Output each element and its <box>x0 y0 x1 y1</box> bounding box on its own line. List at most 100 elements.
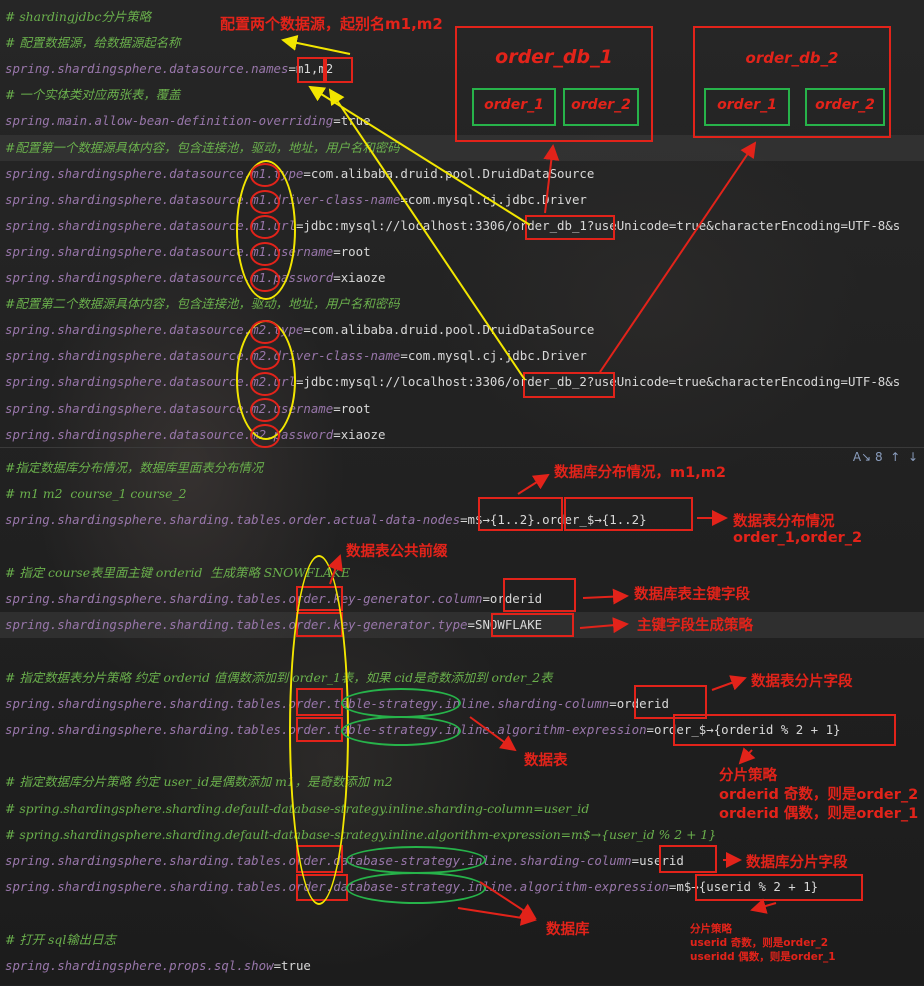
ellipse-m1-url <box>250 215 280 239</box>
inspection-icon[interactable]: A↘ <box>853 450 871 464</box>
equals-sign: = <box>467 617 475 633</box>
code-line-bottom-9[interactable]: # 指定数据表分片策略 约定 orderid 值偶数添加到 order_1表，如… <box>5 665 553 691</box>
comment-text: #指定数据库分布情况，数据库里面表分布情况 <box>5 460 264 475</box>
code-line-top-12[interactable]: #配置第二个数据源具体内容，包含连接池，驱动，地址，用户名和密码 <box>5 291 400 317</box>
comment-text: #配置第二个数据源具体内容，包含连接池，驱动，地址，用户名和密码 <box>5 296 400 312</box>
equals-sign: = <box>482 591 490 606</box>
property-key: spring.main.allow-bean-definition-overri… <box>5 113 334 129</box>
comment-text: # spring.shardingsphere.sharding.default… <box>5 826 717 842</box>
label-table-shard-field: 数据表分片字段 <box>751 674 853 690</box>
code-line-top-16[interactable]: spring.shardingsphere.datasource.m2.user… <box>5 396 371 422</box>
code-line-bottom-2[interactable]: # m1 m2 course_1 course_2 <box>5 481 187 507</box>
comment-text: #配置第一个数据源具体内容，包含连接池，驱动，地址，用户名和密码 <box>5 139 400 155</box>
label-pk-strategy: 主键字段生成策略 <box>637 618 753 634</box>
code-line-top-11[interactable]: spring.shardingsphere.datasource.m1.pass… <box>5 265 385 291</box>
property-key: spring.shardingsphere.datasource.m2.pass… <box>5 426 334 442</box>
ellipse-table-strategy-2 <box>341 716 461 746</box>
comment-text: # 打开 sql输出日志 <box>5 931 116 947</box>
code-line-bottom-1[interactable]: #指定数据库分布情况，数据库里面表分布情况 <box>5 455 263 481</box>
db1-title: order_db_1 <box>495 46 613 68</box>
highlight-nodes-table <box>564 497 693 531</box>
highlight-nodes-db <box>478 497 563 531</box>
arrow-up-icon[interactable]: ↑ <box>886 450 900 464</box>
property-value: root <box>340 400 371 416</box>
comment-text: # 指定数据表分片策略 约定 orderid 值偶数添加到 order_1表，如… <box>5 669 553 685</box>
code-line-top-15[interactable]: spring.shardingsphere.datasource.m2.url=… <box>5 369 900 395</box>
code-line-top-1[interactable]: # shardingjdbc分片策略 <box>5 4 151 30</box>
ellipse-table-strategy-1 <box>341 688 461 718</box>
label-db-distribution: 数据库分布情况，m1,m2 <box>554 465 726 481</box>
code-line-top-17[interactable]: spring.shardingsphere.datasource.m2.pass… <box>5 422 385 447</box>
code-line-top-8[interactable]: spring.shardingsphere.datasource.m1.driv… <box>5 187 587 213</box>
equals-sign: = <box>303 322 311 338</box>
code-line-top-14[interactable]: spring.shardingsphere.datasource.m2.driv… <box>5 343 587 369</box>
code-line-bottom-16[interactable]: spring.shardingsphere.sharding.tables.or… <box>5 848 684 874</box>
code-line-bottom-15[interactable]: # spring.shardingsphere.sharding.default… <box>5 822 716 848</box>
label-db: 数据库 <box>546 922 590 938</box>
property-value: com.alibaba.druid.pool.DruidDataSource <box>310 322 595 338</box>
ellipse-m2-url <box>250 372 280 396</box>
code-line-top-4[interactable]: # 一个实体类对应两张表，覆盖 <box>5 82 180 108</box>
label-shard-strategy-even: orderid 偶数，则是order_1 <box>719 806 919 822</box>
equals-sign: = <box>303 165 311 181</box>
code-line-bottom-6[interactable]: spring.shardingsphere.sharding.tables.or… <box>5 586 542 612</box>
code-line-bottom-19[interactable]: # 打开 sql输出日志 <box>5 927 116 953</box>
highlight-order-db-2 <box>523 372 615 398</box>
code-line-bottom-20[interactable]: spring.shardingsphere.props.sql.show=tru… <box>5 953 311 979</box>
highlight-pk-type <box>491 613 574 637</box>
comment-text: # 一个实体类对应两张表，覆盖 <box>5 87 181 103</box>
label-shard-strategy-odd: orderid 奇数，则是order_2 <box>719 787 919 803</box>
editor-inspection-toolbar[interactable]: A↘ 8 ↑ ↓ <box>853 450 918 464</box>
code-line-top-7[interactable]: spring.shardingsphere.datasource.m1.type… <box>5 161 594 187</box>
property-key: spring.shardingsphere.sharding.tables.or… <box>5 617 468 633</box>
label-pk-field: 数据库表主键字段 <box>634 587 750 603</box>
label-small-strategy-even: useridd 偶数，则是order_1 <box>690 951 836 963</box>
equals-sign: = <box>646 722 655 737</box>
highlight-order-db-1 <box>525 215 615 240</box>
code-line-top-3[interactable]: spring.shardingsphere.datasource.names=m… <box>5 56 333 82</box>
label-small-strategy-title: 分片策略 <box>690 923 732 935</box>
ellipse-m1-driver <box>250 190 280 214</box>
label-table-prefix: 数据表公共前缀 <box>346 544 448 560</box>
code-line-top-5[interactable]: spring.main.allow-bean-definition-overri… <box>5 108 371 134</box>
code-line-bottom-7[interactable]: spring.shardingsphere.sharding.tables.or… <box>0 612 924 639</box>
property-value: xiaoze <box>340 270 386 285</box>
label-shard-strategy-title: 分片策略 <box>719 768 777 784</box>
property-key: spring.shardingsphere.props.sql.show <box>5 957 274 973</box>
ellipse-m2-pass <box>250 424 280 448</box>
label-datasource-names: 配置两个数据源，起别名m1,m2 <box>220 15 443 33</box>
ellipse-m2-driver <box>250 346 280 370</box>
db1-table-1-label: order_1 <box>484 97 544 113</box>
property-value: xiaoze <box>340 426 386 442</box>
code-line-top-13[interactable]: spring.shardingsphere.datasource.m2.type… <box>5 317 594 343</box>
code-line-top-10[interactable]: spring.shardingsphere.datasource.m1.user… <box>5 239 371 265</box>
property-key: spring.shardingsphere.sharding.tables.or… <box>5 512 461 528</box>
code-line-top-2[interactable]: # 配置数据源，给数据源起名称 <box>5 30 180 56</box>
highlight-m2 <box>325 57 353 83</box>
highlight-db-shard-col <box>659 845 717 873</box>
db2-title: order_db_2 <box>745 49 839 67</box>
equals-sign: = <box>273 957 282 973</box>
label-small-strategy-odd: userid 奇数，则是order_2 <box>690 937 829 949</box>
equals-sign: = <box>333 113 341 129</box>
property-value: root <box>340 243 371 259</box>
property-value: com.alibaba.druid.pool.DruidDataSource <box>310 165 595 181</box>
property-value: true <box>340 113 371 129</box>
ellipse-m2-user <box>250 398 280 422</box>
highlight-pk-column <box>503 578 576 612</box>
property-value: true <box>281 957 311 973</box>
equals-sign: = <box>288 61 296 77</box>
arrow-down-icon[interactable]: ↓ <box>904 450 918 464</box>
equals-sign: = <box>333 400 341 416</box>
ellipse-m1-user <box>250 242 280 266</box>
code-line-bottom-5[interactable]: # 指定 course表里面主键 orderid 生成策略 SNOWFLAKE <box>5 560 350 586</box>
comment-text: # shardingjdbc分片策略 <box>5 9 151 24</box>
property-key: spring.shardingsphere.sharding.tables.or… <box>5 591 483 606</box>
comment-text: # m1 m2 course_1 course_2 <box>5 486 187 502</box>
ellipse-m1-type <box>250 163 280 187</box>
label-table-distribution-2: order_1,order_2 <box>733 530 863 546</box>
code-line-top-9[interactable]: spring.shardingsphere.datasource.m1.url=… <box>5 213 900 239</box>
label-table-distribution-1: 数据表分布情况 <box>733 514 835 530</box>
equals-sign: = <box>460 512 468 528</box>
ellipse-m2-type <box>250 320 280 344</box>
